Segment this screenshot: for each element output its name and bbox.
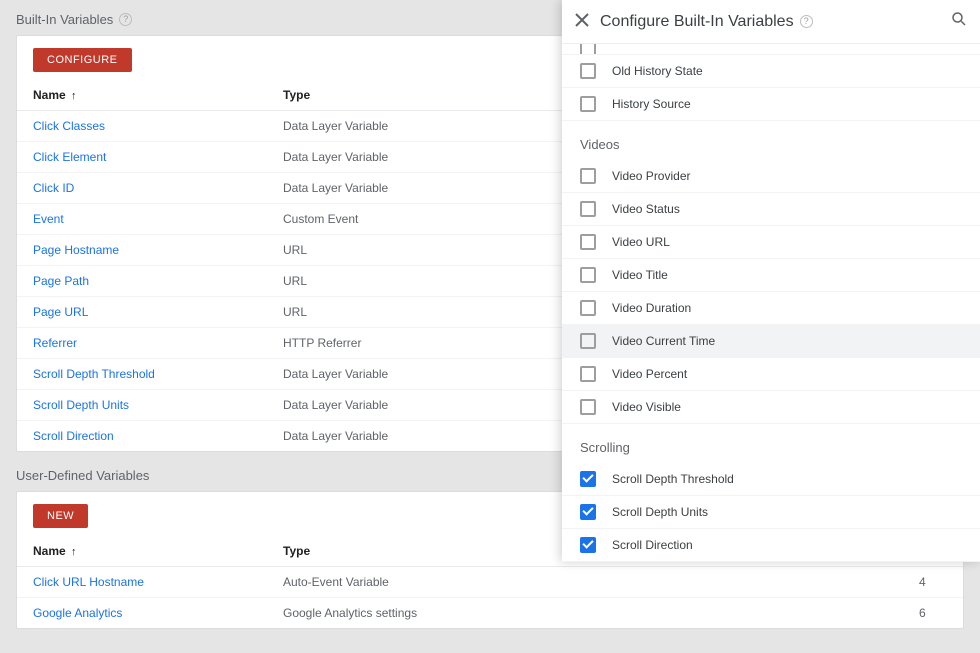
checkbox-label: Video URL bbox=[612, 235, 670, 249]
checkbox[interactable] bbox=[580, 399, 596, 415]
checkbox[interactable] bbox=[580, 504, 596, 520]
checkbox-row[interactable]: Video Title bbox=[562, 258, 980, 291]
checkbox[interactable] bbox=[580, 63, 596, 79]
checkbox[interactable] bbox=[580, 366, 596, 382]
checkbox[interactable] bbox=[580, 537, 596, 553]
sort-arrow-icon: ↑ bbox=[71, 546, 77, 558]
table-row[interactable]: Google Analytics Google Analytics setting… bbox=[17, 598, 963, 629]
checkbox-label: Scroll Depth Units bbox=[612, 505, 708, 519]
checkbox-row[interactable]: Video Percent bbox=[562, 357, 980, 390]
checkbox-label: Old History State bbox=[612, 64, 703, 78]
variable-link[interactable]: Google Analytics bbox=[33, 606, 122, 620]
checkbox-row[interactable]: Video URL bbox=[562, 225, 980, 258]
checkbox[interactable] bbox=[580, 333, 596, 349]
checkbox[interactable] bbox=[580, 168, 596, 184]
checkbox-label: History Source bbox=[612, 97, 691, 111]
help-icon[interactable]: ? bbox=[119, 13, 132, 26]
variable-link[interactable]: Scroll Depth Threshold bbox=[33, 367, 155, 381]
variable-link[interactable]: Page Path bbox=[33, 274, 89, 288]
checkbox-row[interactable]: Video Provider bbox=[562, 160, 980, 192]
checkbox[interactable] bbox=[580, 267, 596, 283]
close-icon[interactable] bbox=[574, 12, 590, 32]
variable-link[interactable]: Page Hostname bbox=[33, 243, 119, 257]
checkbox[interactable] bbox=[580, 234, 596, 250]
checkbox-row[interactable]: Video Duration bbox=[562, 291, 980, 324]
help-icon[interactable]: ? bbox=[800, 15, 813, 28]
checkbox-row[interactable]: Scroll Depth Units bbox=[562, 495, 980, 528]
checkbox-row[interactable]: History Source bbox=[562, 87, 980, 120]
checkbox-row[interactable]: Scroll Direction bbox=[562, 528, 980, 561]
checkbox-label: Scroll Depth Threshold bbox=[612, 472, 734, 486]
checkbox-label: Video Status bbox=[612, 202, 680, 216]
variable-link[interactable]: Click URL Hostname bbox=[33, 575, 144, 589]
col-header-name-text: Name bbox=[33, 88, 66, 102]
variable-type: Auto-Event Variable bbox=[267, 567, 903, 598]
variable-link[interactable]: Click Classes bbox=[33, 119, 105, 133]
panel-header: Configure Built-In Variables ? bbox=[562, 0, 980, 44]
checkbox-label: Video Title bbox=[612, 268, 668, 282]
col-header-name[interactable]: Name ↑ bbox=[17, 80, 267, 111]
checkbox[interactable] bbox=[580, 300, 596, 316]
group-title-scrolling: Scrolling bbox=[562, 424, 980, 463]
checkbox-label: Video Current Time bbox=[612, 334, 715, 348]
variable-link[interactable]: Click Element bbox=[33, 150, 106, 164]
configure-panel: Configure Built-In Variables ? Old Histo… bbox=[562, 0, 980, 562]
checkbox-row[interactable]: Scroll Depth Threshold bbox=[562, 463, 980, 495]
variable-link[interactable]: Scroll Depth Units bbox=[33, 398, 129, 412]
checkbox-row[interactable]: Video Visible bbox=[562, 390, 980, 423]
builtin-section-title-text: Built-In Variables bbox=[16, 12, 113, 27]
variable-last: 6 bbox=[903, 598, 963, 629]
variable-last: 4 bbox=[903, 567, 963, 598]
checkbox[interactable] bbox=[580, 96, 596, 112]
panel-body[interactable]: Old History State History Source Videos V… bbox=[562, 44, 980, 562]
checkbox-row[interactable]: Video Current Time bbox=[562, 324, 980, 357]
variable-link[interactable]: Referrer bbox=[33, 336, 77, 350]
variable-type: Google Analytics settings bbox=[267, 598, 903, 629]
checkbox-row[interactable]: Old History State bbox=[562, 54, 980, 87]
checkbox[interactable] bbox=[580, 44, 596, 54]
variable-link[interactable]: Event bbox=[33, 212, 64, 226]
checkbox-row-cutoff bbox=[562, 44, 980, 54]
col-header-name-text: Name bbox=[33, 544, 66, 558]
panel-title-text: Configure Built-In Variables bbox=[600, 13, 794, 31]
variable-link[interactable]: Scroll Direction bbox=[33, 429, 114, 443]
configure-button[interactable]: CONFIGURE bbox=[33, 48, 132, 72]
checkbox[interactable] bbox=[580, 471, 596, 487]
checkbox[interactable] bbox=[580, 201, 596, 217]
checkbox-label: Video Provider bbox=[612, 169, 691, 183]
checkbox-label: Scroll Direction bbox=[612, 538, 693, 552]
search-icon[interactable] bbox=[950, 10, 968, 33]
panel-title: Configure Built-In Variables ? bbox=[600, 13, 813, 31]
checkbox-label: Video Percent bbox=[612, 367, 687, 381]
checkbox-row[interactable]: Video Status bbox=[562, 192, 980, 225]
variable-link[interactable]: Page URL bbox=[33, 305, 88, 319]
group-title-videos: Videos bbox=[562, 121, 980, 160]
new-button[interactable]: NEW bbox=[33, 504, 88, 528]
checkbox-label: Video Duration bbox=[612, 301, 691, 315]
table-row[interactable]: Click URL Hostname Auto-Event Variable4 bbox=[17, 567, 963, 598]
sort-arrow-icon: ↑ bbox=[71, 90, 77, 102]
checkbox-label: Video Visible bbox=[612, 400, 681, 414]
variable-link[interactable]: Click ID bbox=[33, 181, 74, 195]
